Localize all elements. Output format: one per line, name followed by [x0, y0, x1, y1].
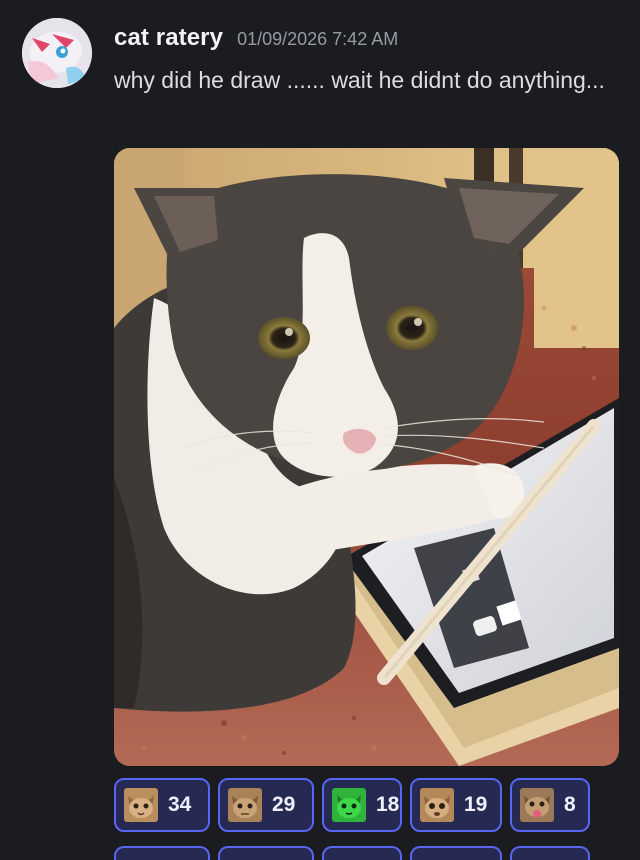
reaction-button[interactable]: 8	[510, 778, 590, 832]
user-avatar[interactable]	[22, 18, 92, 88]
reaction-count: 8	[564, 793, 576, 816]
chat-message: cat ratery 01/09/2026 7:42 AM why did he…	[0, 0, 640, 860]
cat-face-emoji	[124, 788, 158, 822]
reaction-button[interactable]	[510, 846, 590, 860]
reaction-count: 18	[376, 793, 400, 816]
reaction-button[interactable]	[114, 846, 210, 860]
reaction-button[interactable]	[218, 846, 314, 860]
avatar-image	[22, 18, 92, 88]
reaction-bar-overflow	[114, 846, 590, 860]
image-attachment[interactable]	[114, 148, 619, 766]
timestamp: 01/09/2026 7:42 AM	[237, 29, 399, 49]
reaction-bar: 34 29 18 19 8	[114, 778, 590, 832]
reaction-count: 29	[272, 793, 296, 816]
cat-photo	[114, 148, 619, 766]
username[interactable]: cat ratery	[114, 24, 223, 52]
reaction-button[interactable]	[410, 846, 502, 860]
cat-face-emoji	[228, 788, 262, 822]
cat-face-emoji	[420, 788, 454, 822]
green-cat-emoji	[332, 788, 366, 822]
reaction-count: 34	[168, 793, 192, 816]
reaction-button[interactable]: 34	[114, 778, 210, 832]
message-header: cat ratery 01/09/2026 7:42 AM	[114, 24, 398, 56]
reaction-count: 19	[464, 793, 488, 816]
reaction-button[interactable]: 19	[410, 778, 502, 832]
message-text: why did he draw ...... wait he didnt do …	[114, 67, 605, 93]
reaction-button[interactable]: 29	[218, 778, 314, 832]
reaction-button[interactable]	[322, 846, 402, 860]
reaction-button[interactable]: 18	[322, 778, 402, 832]
cat-tongue-emoji	[520, 788, 554, 822]
